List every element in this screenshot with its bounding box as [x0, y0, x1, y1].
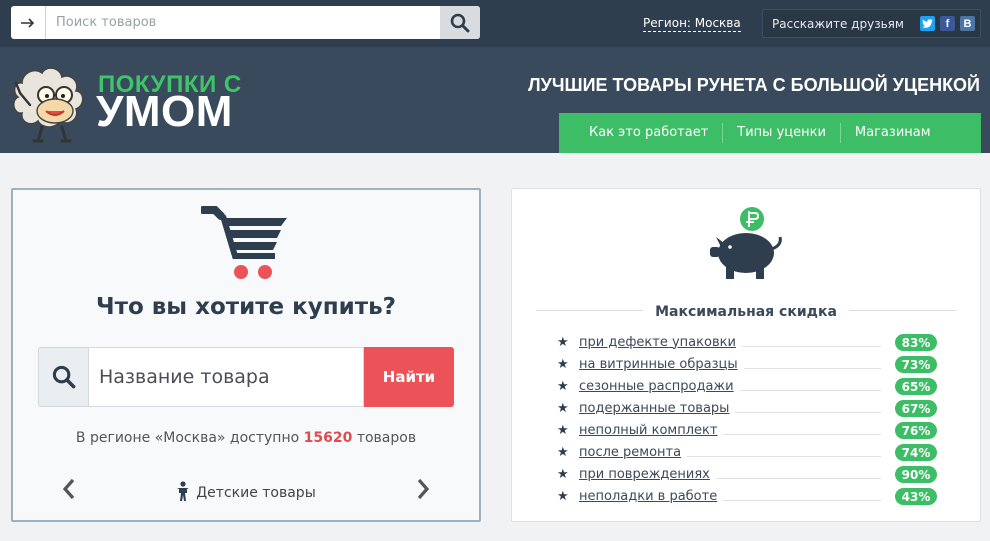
discount-link[interactable]: неполадки в работе: [579, 488, 724, 504]
share-box: Расскажите друзьям f B: [762, 9, 981, 38]
region-selector[interactable]: Регион: Москва: [643, 16, 741, 32]
discount-link[interactable]: на витринные образцы: [579, 356, 744, 372]
category-carousel: Детские товары: [13, 478, 479, 502]
max-discount-panel: Максимальная скидка ★ при дефекте упаков…: [511, 188, 981, 522]
star-icon: ★: [557, 488, 569, 504]
vk-icon[interactable]: B: [960, 16, 975, 31]
discount-badge: 73%: [895, 356, 937, 373]
star-icon: ★: [557, 444, 569, 460]
search-button[interactable]: [440, 6, 480, 39]
search-question: Что вы хотите купить?: [96, 294, 396, 320]
discount-row: ★ неполный комплект 76%: [557, 419, 937, 441]
star-icon: ★: [557, 466, 569, 482]
discount-link[interactable]: при повреждениях: [579, 466, 716, 482]
avail-suffix: товаров: [356, 430, 417, 446]
discount-row: ★ подержанные товары 67%: [557, 397, 937, 419]
nav-how-it-works[interactable]: Как это работает: [576, 123, 722, 143]
top-search-input[interactable]: [46, 6, 440, 39]
discount-row: ★ на витринные образцы 73%: [557, 353, 937, 375]
discount-row: ★ после ремонта 74%: [557, 441, 937, 463]
top-bar: Регион: Москва Расскажите друзьям f B: [0, 0, 990, 47]
chevron-right-icon[interactable]: [415, 478, 431, 500]
star-icon: ★: [557, 356, 569, 372]
discount-row: ★ неполадки в работе 43%: [557, 485, 937, 507]
discount-badge: 67%: [895, 400, 937, 417]
discount-list: ★ при дефекте упаковки 83% ★ на витринны…: [557, 331, 937, 507]
discount-link[interactable]: после ремонта: [579, 444, 688, 460]
discount-link[interactable]: неполный комплект: [579, 422, 724, 438]
star-icon: ★: [557, 422, 569, 438]
discount-link[interactable]: подержанные товары: [579, 400, 736, 416]
discount-badge: 74%: [895, 444, 937, 461]
product-search-input[interactable]: [88, 347, 364, 407]
discount-title: Максимальная скидка: [512, 301, 980, 320]
search-icon: [450, 13, 470, 32]
nav-discount-types[interactable]: Типы уценки: [722, 123, 840, 143]
discount-badge: 43%: [895, 488, 937, 505]
shopping-cart-icon: [201, 206, 287, 279]
discount-row: ★ при дефекте упаковки 83%: [557, 331, 937, 353]
availability-text: В регионе «Москва» доступно 15620 товаро…: [13, 430, 479, 446]
product-search-form: Найти: [38, 347, 454, 407]
main-nav: Как это работает Типы уценки Магазинам: [559, 113, 981, 153]
star-icon: ★: [557, 400, 569, 416]
star-icon: ★: [557, 378, 569, 394]
nav-for-shops[interactable]: Магазинам: [839, 123, 945, 143]
discount-row: ★ при повреждениях 90%: [557, 463, 937, 485]
piggy-bank-icon: [710, 207, 782, 279]
site-header: ПОКУПКИ С УМОМ ЛУЧШИЕ ТОВАРЫ РУНЕТА С БО…: [0, 47, 990, 153]
discount-row: ★ сезонные распродажи 65%: [557, 375, 937, 397]
child-icon: [177, 481, 190, 501]
find-button[interactable]: Найти: [364, 347, 454, 407]
category-item[interactable]: Детские товары: [13, 481, 479, 501]
site-tagline: ЛУЧШИЕ ТОВАРЫ РУНЕТА С БОЛЬШОЙ УЦЕНКОЙ: [528, 75, 980, 95]
discount-link[interactable]: при дефекте упаковки: [579, 334, 742, 350]
avail-count: 15620: [303, 430, 353, 446]
discount-badge: 76%: [895, 422, 937, 439]
discount-badge: 90%: [895, 466, 937, 483]
discount-badge: 65%: [895, 378, 937, 395]
top-search: [11, 6, 480, 39]
discount-badge: 83%: [895, 334, 937, 351]
share-label: Расскажите друзьям: [772, 16, 904, 31]
search-icon: [38, 347, 88, 407]
twitter-icon[interactable]: [920, 16, 935, 31]
discount-link[interactable]: сезонные распродажи: [579, 378, 740, 394]
mascot-logo-icon[interactable]: [8, 53, 90, 147]
arrow-right-icon[interactable]: [11, 6, 46, 39]
logo-line2[interactable]: УМОМ: [96, 87, 233, 137]
product-search-panel: Что вы хотите купить? Найти В регионе «М…: [11, 188, 481, 522]
star-icon: ★: [557, 334, 569, 350]
category-label: Детские товары: [196, 485, 316, 501]
avail-prefix: В регионе «Москва» доступно: [75, 430, 300, 446]
facebook-icon[interactable]: f: [940, 16, 955, 31]
